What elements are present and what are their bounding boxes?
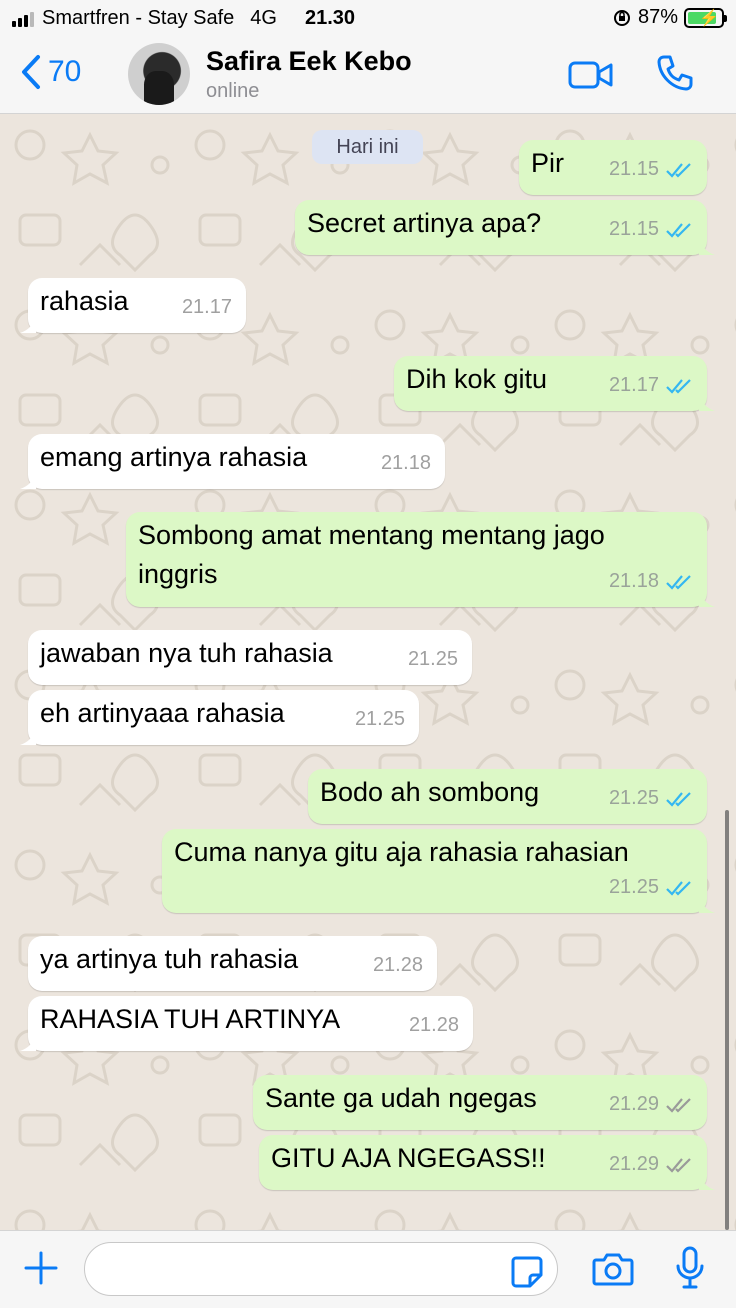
read-receipt-icon [666,222,691,238]
message-text: Bodo ah sombong [320,777,540,807]
message-time: 21.25 [354,708,405,730]
status-bar: Smartfren - Stay Safe 4G 21.30 87% ⚡ [0,0,736,36]
video-call-icon[interactable] [568,60,614,90]
orientation-lock-icon [613,9,630,26]
signal-strength-icon [12,9,34,27]
message-bubble-incoming[interactable]: emang artinya rahasia 21.18 [20,434,445,489]
plus-icon[interactable] [22,1249,60,1287]
message-bubble-outgoing[interactable]: Sombong amat mentang mentang jago inggri… [126,512,715,607]
message-text: Dih kok gitu [406,364,548,394]
message-bubble-outgoing[interactable]: Pir 21.15 [519,140,707,195]
message-bubble-outgoing[interactable]: Secret artinya apa? 21.15 [295,200,715,255]
read-receipt-icon [666,378,691,394]
message-bubble-incoming[interactable]: ya artinya tuh rahasia 21.28 [28,936,437,991]
message-text: eh artinyaaa rahasia [40,698,285,728]
message-bubble-incoming[interactable]: RAHASIA TUH ARTINYA 21.28 [20,996,473,1051]
message-text: ya artinya tuh rahasia [40,944,299,974]
message-text: RAHASIA TUH ARTINYA [40,1004,341,1034]
read-receipt-icon [666,574,691,590]
phone-icon[interactable] [655,53,695,93]
message-time: 21.18 [608,570,659,592]
battery-icon: ⚡ [684,7,727,28]
contact-name[interactable]: Safira Eek Kebo [206,46,412,77]
message-time: 21.25 [407,648,458,670]
message-bubble-outgoing[interactable]: GITU AJA NGEGASS!! 21.29 [259,1135,715,1190]
message-text: jawaban nya tuh rahasia [40,638,333,668]
message-list[interactable]: Hari ini Pir 21.15 Secret artinya apa? 2… [0,115,736,1230]
message-text: rahasia [40,286,129,316]
message-time: 21.25 [608,787,659,809]
status-time: 21.30 [304,6,356,29]
message-text: Secret artinya apa? [307,208,542,238]
message-time: 21.25 [608,876,659,898]
chat-header: 70 Safira Eek Kebo online [0,36,736,114]
carrier-name: Smartfren - Stay Safe [42,6,235,29]
message-time: 21.17 [608,374,659,396]
read-receipt-icon [666,880,691,896]
message-text: emang artinya rahasia [40,442,308,472]
microphone-icon[interactable] [674,1245,706,1291]
contact-status: online [206,80,260,102]
message-bubble-incoming[interactable]: rahasia 21.17 [20,278,246,333]
message-text: GITU AJA NGEGASS!! [271,1143,546,1173]
message-bubble-outgoing[interactable]: Bodo ah sombong 21.25 [308,769,707,824]
message-bubble-outgoing[interactable]: Dih kok gitu 21.17 [394,356,715,411]
back-button[interactable]: 70 [20,54,81,90]
message-time: 21.29 [608,1093,659,1115]
chevron-left-icon [22,55,40,89]
message-time: 21.15 [608,218,659,240]
network-type: 4G [250,6,277,29]
message-time: 21.28 [408,1014,459,1036]
read-receipt-icon [666,791,691,807]
message-time: 21.29 [608,1153,659,1175]
message-text: Sante ga udah ngegas [265,1083,537,1113]
date-separator: Hari ini [312,130,423,164]
message-time: 21.15 [608,158,659,180]
camera-icon[interactable] [592,1251,634,1287]
read-receipt-icon [666,162,691,178]
message-text: Sombong amat mentang mentang jago inggri… [138,520,613,589]
message-text: Cuma nanya gitu aja rahasia rahasian [174,837,629,867]
message-time: 21.28 [372,954,423,976]
delivered-receipt-icon [666,1157,691,1173]
sticker-icon[interactable] [510,1255,544,1289]
contact-avatar[interactable] [128,43,190,105]
message-bubble-outgoing[interactable]: Cuma nanya gitu aja rahasia rahasian 21.… [162,829,715,913]
message-bubble-incoming[interactable]: eh artinyaaa rahasia 21.25 [20,690,419,745]
message-time: 21.18 [380,452,431,474]
compose-bar [0,1230,736,1308]
unread-count: 70 [48,55,82,88]
delivered-receipt-icon [666,1097,691,1113]
message-time: 21.17 [181,296,232,318]
battery-percent: 87% [637,6,678,28]
message-bubble-incoming[interactable]: jawaban nya tuh rahasia 21.25 [28,630,472,685]
message-text: Pir [531,148,564,178]
message-bubble-outgoing[interactable]: Sante ga udah ngegas 21.29 [253,1075,707,1130]
message-input[interactable] [84,1242,558,1296]
scrollbar[interactable] [725,810,729,1230]
